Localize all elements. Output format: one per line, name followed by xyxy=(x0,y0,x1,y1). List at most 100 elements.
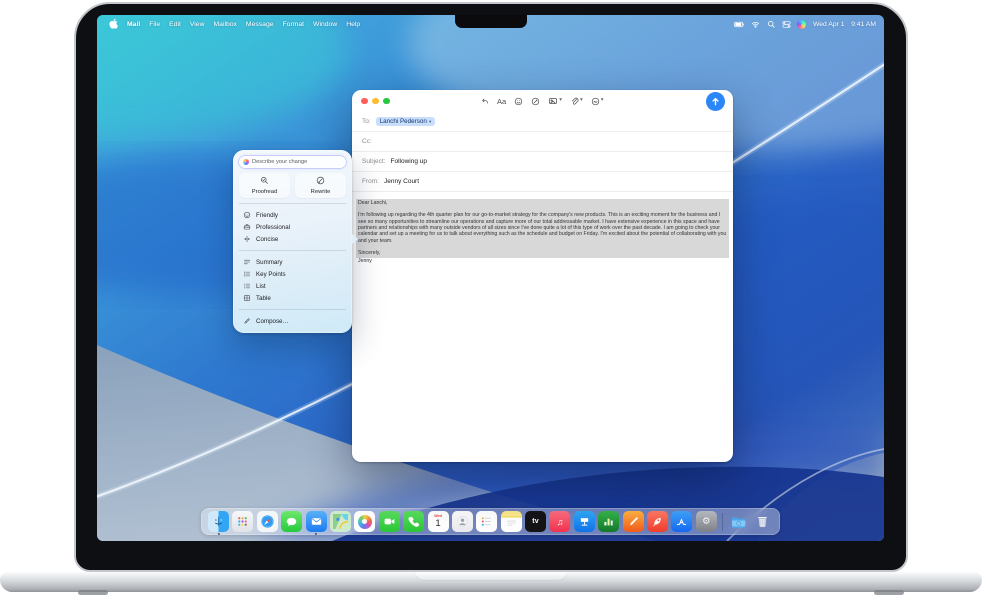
divider xyxy=(239,203,346,204)
dock-keynote-icon[interactable] xyxy=(574,511,595,532)
dock: Wed1 tv♫ ⚙ xyxy=(201,508,780,535)
dock-notes-icon[interactable] xyxy=(501,511,522,532)
writing-tools-item-concise[interactable]: Concise xyxy=(239,233,346,245)
menu-item-window[interactable]: Window xyxy=(313,21,337,28)
search-icon[interactable] xyxy=(767,20,776,29)
dock-settings-icon[interactable]: ⚙ xyxy=(696,511,717,532)
signature-icon[interactable]: ▾ xyxy=(591,97,604,106)
dock-launchpad-icon[interactable] xyxy=(232,511,253,532)
pages-app-icon xyxy=(623,511,644,532)
minimize-button[interactable] xyxy=(372,98,379,105)
control-center-icon[interactable] xyxy=(782,20,791,29)
dock-messages-icon[interactable] xyxy=(281,511,302,532)
compose-toolbar: Aa ▾ ▾ ▾ xyxy=(480,96,603,106)
dock-rocket-icon[interactable] xyxy=(647,511,668,532)
close-button[interactable] xyxy=(361,98,368,105)
to-label: To: xyxy=(362,118,371,125)
dock-maps-icon[interactable] xyxy=(330,511,351,532)
tv-app-icon: tv xyxy=(525,511,546,532)
dock-trash-icon[interactable] xyxy=(752,511,773,532)
concise-icon xyxy=(242,235,251,243)
writing-tools-item-list[interactable]: List xyxy=(239,280,346,292)
menu-item-message[interactable]: Message xyxy=(246,21,274,28)
menu-item-edit[interactable]: Edit xyxy=(169,21,181,28)
settings-app-icon: ⚙ xyxy=(696,511,717,532)
dock-mail-icon[interactable] xyxy=(306,511,327,532)
writing-tools-item-summary[interactable]: Summary xyxy=(239,256,346,268)
dock-reminders-icon[interactable] xyxy=(476,511,497,532)
menu-item-file[interactable]: File xyxy=(149,21,160,28)
menu-item-help[interactable]: Help xyxy=(346,21,360,28)
running-indicator xyxy=(315,533,317,535)
writing-tools-icon[interactable] xyxy=(531,97,540,106)
token-chevron-icon: ▾ xyxy=(429,119,431,125)
cc-field[interactable]: Cc: xyxy=(352,132,733,152)
undo-icon[interactable] xyxy=(480,97,489,106)
dock-downloads-folder-icon[interactable] xyxy=(728,511,749,532)
compose-icon xyxy=(242,317,251,325)
menu-bar-date[interactable]: Wed Apr 1 xyxy=(813,21,845,28)
recipient-token[interactable]: Lanchi Pederson ▾ xyxy=(376,117,436,126)
selected-text: Dear Lanchi, I'm following up regarding … xyxy=(356,199,729,258)
contacts-app-icon xyxy=(452,511,473,532)
writing-tools-popup: Describe your change ProofreadRewrite Fr… xyxy=(233,150,352,333)
writing-tools-item-key-points[interactable]: Key Points xyxy=(239,268,346,280)
divider xyxy=(239,309,346,310)
menu-item-mail[interactable]: Mail xyxy=(127,21,140,28)
apple-intelligence-icon xyxy=(243,159,249,165)
menu-item-format[interactable]: Format xyxy=(283,21,305,28)
dock-safari-icon[interactable] xyxy=(257,511,278,532)
dock-app-store-icon[interactable] xyxy=(671,511,692,532)
dock-facetime-icon[interactable] xyxy=(379,511,400,532)
calendar-app-icon: Wed1 xyxy=(428,511,449,532)
writing-tools-item-professional[interactable]: Professional xyxy=(239,221,346,233)
dock-phone-icon[interactable] xyxy=(403,511,424,532)
battery-icon[interactable] xyxy=(734,19,745,30)
photo-browser-icon[interactable]: ▾ xyxy=(548,96,562,106)
siri-icon[interactable] xyxy=(797,20,806,29)
writing-tools-actions: ProofreadRewrite xyxy=(239,173,346,198)
laptop-foot-left xyxy=(78,590,108,595)
dock-numbers-icon[interactable] xyxy=(598,511,619,532)
popover-arrow xyxy=(352,234,358,244)
format-icon[interactable]: Aa xyxy=(497,97,506,106)
dock-calendar-icon[interactable]: Wed1 xyxy=(428,511,449,532)
send-button[interactable] xyxy=(706,92,725,111)
describe-change-input[interactable]: Describe your change xyxy=(239,156,346,168)
emoji-icon[interactable] xyxy=(514,97,523,106)
zoom-button[interactable] xyxy=(383,98,390,105)
chevron-down-icon: ▾ xyxy=(580,98,583,104)
dock-finder-icon[interactable] xyxy=(208,511,229,532)
proofread-button[interactable]: Proofread xyxy=(239,173,290,198)
dock-contacts-icon[interactable] xyxy=(452,511,473,532)
laptop-screen: Mail File Edit View Mailbox Message Format Wind… xyxy=(97,15,884,541)
dock-photos-icon[interactable] xyxy=(354,511,375,532)
downloads-folder-app-icon xyxy=(728,511,749,532)
writing-tools-item-table[interactable]: Table xyxy=(239,292,346,304)
menu-item-mailbox[interactable]: Mailbox xyxy=(214,21,237,28)
laptop-base xyxy=(0,572,982,592)
rocket-app-icon xyxy=(647,511,668,532)
dock-tv-icon[interactable]: tv xyxy=(525,511,546,532)
menu-item-view[interactable]: View xyxy=(190,21,205,28)
to-field[interactable]: To: Lanchi Pederson ▾ xyxy=(352,112,733,132)
window-titlebar[interactable]: Aa ▾ ▾ ▾ xyxy=(352,90,733,112)
subject-field[interactable]: Subject: Following up xyxy=(352,152,733,172)
mail-compose-window: Aa▾▾▾ To: Lanchi Pederson ▾ Cc: Subject: xyxy=(352,90,733,462)
menu-bar-time[interactable]: 9:41 AM xyxy=(851,21,876,28)
from-field[interactable]: From: Jenny Court xyxy=(352,172,733,192)
dock-divider xyxy=(722,513,723,531)
table-icon xyxy=(242,294,251,302)
magnifier-check-icon xyxy=(260,176,269,187)
apple-menu-icon[interactable] xyxy=(109,18,118,31)
writing-tools-item-compose[interactable]: Compose… xyxy=(239,315,346,327)
camera-notch xyxy=(455,15,527,28)
dock-pages-icon[interactable] xyxy=(623,511,644,532)
attach-icon[interactable]: ▾ xyxy=(570,97,583,106)
writing-tools-item-friendly[interactable]: Friendly xyxy=(239,209,346,221)
subject-value: Following up xyxy=(391,158,428,165)
dock-music-icon[interactable]: ♫ xyxy=(549,511,570,532)
wifi-icon[interactable] xyxy=(751,20,760,29)
rewrite-button[interactable]: Rewrite xyxy=(295,173,346,198)
message-body[interactable]: Dear Lanchi, I'm following up regarding … xyxy=(352,192,733,272)
